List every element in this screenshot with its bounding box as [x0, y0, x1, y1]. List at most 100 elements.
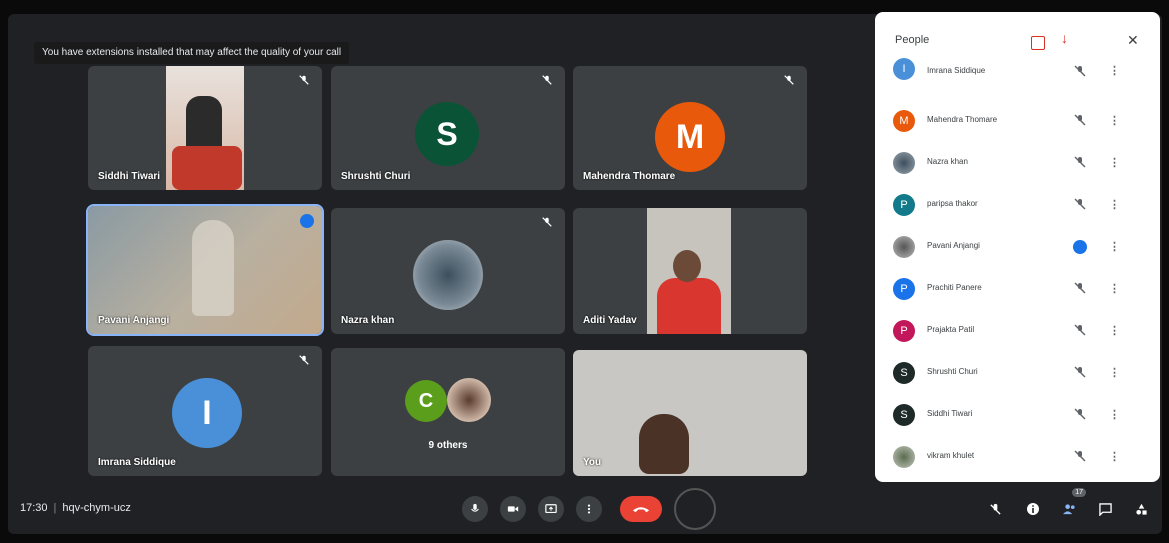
activities-icon — [1135, 503, 1147, 515]
mic-off-icon — [783, 74, 797, 88]
participant-name: paripsa thakor — [927, 199, 978, 208]
participant-tile-nazra[interactable]: Nazra khan — [331, 208, 565, 334]
people-panel: People ↓ ✕ I Imrana Siddique ⋮ M Mahendr… — [875, 12, 1160, 482]
chat-button[interactable] — [1094, 498, 1116, 520]
red-object — [172, 146, 242, 190]
avatar: M — [655, 102, 725, 172]
avatar: P — [893, 320, 915, 342]
mic-off-icon — [298, 354, 312, 368]
avatar-photo — [893, 236, 915, 258]
more-vert-icon[interactable]: ⋮ — [1109, 282, 1120, 296]
avatar: P — [893, 194, 915, 216]
more-vert-icon[interactable]: ⋮ — [1109, 366, 1120, 380]
mic-off-icon — [1074, 198, 1086, 210]
leave-call-button[interactable] — [620, 496, 662, 522]
participant-name: Shrushti Churi — [341, 171, 411, 182]
mic-off-icon — [1074, 156, 1086, 168]
panel-title: People — [895, 34, 930, 46]
participant-name: Pavani Anjangi — [927, 241, 980, 250]
mic-off-icon — [541, 216, 555, 230]
participant-row[interactable]: P paripsa thakor ⋮ — [875, 186, 1160, 226]
present-screen-button[interactable] — [538, 496, 564, 522]
camera-button[interactable] — [500, 496, 526, 522]
speaking-indicator-icon — [1073, 240, 1087, 254]
microphone-button[interactable] — [462, 496, 488, 522]
participant-tile-you[interactable]: You — [573, 350, 807, 476]
participant-row[interactable]: S Shrushti Churi ⋮ — [875, 354, 1160, 394]
meeting-details: 17:30 | hqv-chym-ucz — [20, 502, 131, 514]
person-figure — [657, 278, 721, 334]
mute-all-button[interactable] — [984, 498, 1006, 520]
meeting-time: 17:30 — [20, 502, 48, 514]
bottom-toolbar: 17:30 | hqv-chym-ucz 17 — [8, 484, 1162, 534]
participant-row[interactable]: S Siddhi Tiwari ⋮ — [875, 396, 1160, 436]
more-vert-icon[interactable]: ⋮ — [1109, 408, 1120, 422]
mic-icon — [471, 503, 479, 512]
participant-tile-imrana[interactable]: I Imrana Siddique — [88, 346, 322, 476]
person-head — [673, 250, 701, 282]
participant-tile-mahendra[interactable]: M Mahendra Thomare — [573, 66, 807, 190]
more-vert-icon[interactable]: ⋮ — [1109, 156, 1120, 170]
participant-row[interactable]: Nazra khan ⋮ — [875, 144, 1160, 184]
participant-name: Nazra khan — [341, 315, 395, 326]
more-vert-icon[interactable]: ⋮ — [1109, 240, 1120, 254]
participant-name: Mahendra Thomare — [927, 115, 998, 124]
participant-name: Siddhi Tiwari — [927, 409, 973, 418]
chat-icon — [1098, 502, 1112, 516]
avatar: S — [893, 362, 915, 384]
download-arrow-icon: ↓ — [1061, 30, 1068, 46]
participant-name: Prajakta Patil — [927, 325, 975, 334]
more-vert-icon[interactable]: ⋮ — [1109, 450, 1120, 464]
participant-count-badge: 17 — [1072, 488, 1086, 497]
activities-button[interactable] — [1130, 498, 1152, 520]
participant-row[interactable]: I Imrana Siddique ⋮ — [875, 58, 1160, 100]
people-icon — [1062, 503, 1075, 514]
participant-name: Nazra khan — [927, 157, 968, 166]
participant-tile-siddhi[interactable]: Siddhi Tiwari — [88, 66, 322, 190]
participant-row[interactable]: M Mahendra Thomare ⋮ — [875, 102, 1160, 142]
participant-tile-shrushti[interactable]: S Shrushti Churi — [331, 66, 565, 190]
avatar: S — [415, 102, 479, 166]
participant-name: Mahendra Thomare — [583, 171, 676, 182]
more-vert-icon[interactable]: ⋮ — [1109, 114, 1120, 128]
meeting-info-button[interactable] — [1022, 498, 1044, 520]
avatar-photo — [893, 152, 915, 174]
mic-off-icon — [1074, 366, 1086, 378]
more-vert-icon — [587, 504, 591, 514]
meeting-code: hqv-chym-ucz — [62, 502, 131, 514]
avatar-photo — [413, 240, 483, 310]
people-button[interactable]: 17 — [1058, 488, 1086, 520]
more-vert-icon[interactable]: ⋮ — [1109, 64, 1120, 78]
speaking-indicator-icon — [300, 214, 314, 228]
mic-off-icon — [1074, 65, 1086, 77]
participant-row[interactable]: Pavani Anjangi ⋮ — [875, 228, 1160, 268]
participant-name: Aditi Yadav — [583, 315, 637, 326]
mic-off-icon — [989, 503, 1001, 515]
more-vert-icon[interactable]: ⋮ — [1109, 198, 1120, 212]
participant-name: Pavani Anjangi — [98, 315, 170, 326]
host-controls-icon[interactable] — [1031, 36, 1045, 50]
participant-tile-pavani[interactable]: Pavani Anjangi — [86, 204, 324, 336]
participant-row[interactable]: P Prachiti Panere ⋮ — [875, 270, 1160, 310]
avatar: I — [893, 58, 915, 80]
mic-off-icon — [1074, 324, 1086, 336]
mic-off-icon — [1074, 114, 1086, 126]
participant-row[interactable]: vikram khulet ⋮ — [875, 438, 1160, 478]
avatar: M — [893, 110, 915, 132]
avatar-photo — [447, 378, 491, 422]
avatar: S — [893, 404, 915, 426]
close-icon[interactable]: ✕ — [1127, 32, 1139, 49]
mic-off-icon — [1074, 450, 1086, 462]
avatar: I — [172, 378, 242, 448]
participant-name: Siddhi Tiwari — [98, 171, 161, 182]
participant-tile-others[interactable]: C 9 others — [331, 348, 565, 476]
more-vert-icon[interactable]: ⋮ — [1109, 324, 1120, 338]
participant-tile-aditi[interactable]: Aditi Yadav — [573, 208, 807, 334]
more-options-button[interactable] — [576, 496, 602, 522]
participant-name: Shrushti Churi — [927, 367, 978, 376]
participant-row[interactable]: P Prajakta Patil ⋮ — [875, 312, 1160, 352]
present-icon — [545, 504, 557, 514]
extensions-warning-banner: You have extensions installed that may a… — [34, 42, 350, 64]
hang-up-icon — [632, 506, 650, 512]
participant-name: Imrana Siddique — [927, 66, 986, 75]
